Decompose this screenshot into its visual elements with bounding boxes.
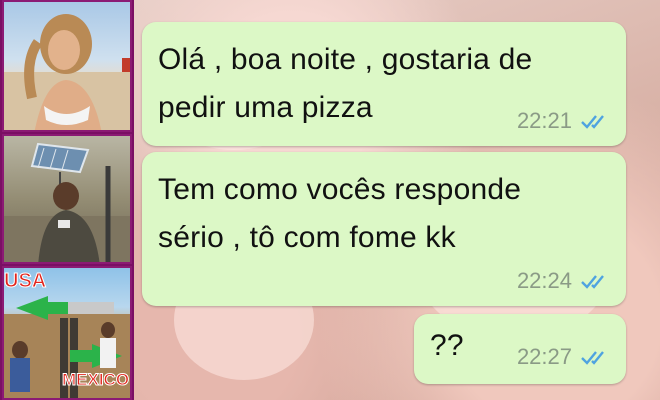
- double-check-icon: [581, 115, 604, 129]
- man-with-solar-panel-thumbnail[interactable]: [2, 134, 132, 264]
- thumbnail-column: USA MEXICO: [0, 0, 134, 400]
- double-check-icon: [581, 351, 604, 365]
- message-meta: 22:21: [517, 108, 610, 134]
- man-with-solar-panel-image: [4, 142, 130, 262]
- woman-on-beach-image: [4, 14, 130, 130]
- message-text-line: Tem como vocês responde: [158, 173, 522, 206]
- message-bubble[interactable]: ?? 22:27: [414, 314, 626, 384]
- message-bubble[interactable]: Olá , boa noite , gostaria de pedir uma …: [142, 22, 626, 146]
- mexico-label: MEXICO: [61, 370, 130, 390]
- message-bubble[interactable]: Tem como vocês responde sério , tô com f…: [142, 152, 626, 306]
- message-meta: 22:24: [517, 268, 610, 294]
- usa-label: USA: [3, 270, 47, 293]
- message-time: 22:21: [516, 108, 572, 133]
- woman-on-beach-thumbnail[interactable]: [2, 0, 132, 132]
- message-time: 22:27: [516, 344, 572, 369]
- message-time: 22:24: [516, 268, 572, 293]
- message-text-line: Olá , boa noite , gostaria de: [158, 43, 533, 76]
- double-check-icon: [581, 275, 604, 289]
- message-text-line: sério , tô com fome kk: [158, 221, 456, 254]
- message-meta: 22:27: [517, 344, 610, 370]
